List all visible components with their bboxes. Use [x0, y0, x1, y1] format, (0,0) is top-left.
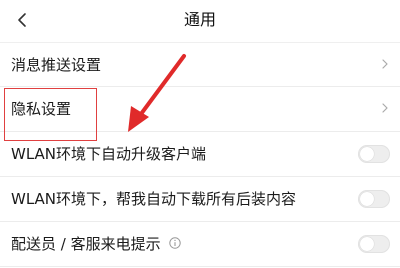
settings-row-privacy[interactable]: 隐私设置: [0, 87, 400, 132]
settings-row-wlan-auto-upgrade: WLAN环境下自动升级客户端: [0, 132, 400, 177]
settings-row-label: WLAN环境下，帮我自动下载所有后装内容: [11, 190, 297, 208]
settings-row-label: 隐私设置: [11, 100, 72, 118]
navigation-header: 通用: [0, 0, 400, 42]
settings-row-label: 配送员 / 客服来电提示: [11, 235, 161, 253]
toggle-knob: [360, 237, 374, 251]
settings-screen: 通用 消息推送设置 隐私设置 WLAN环境下自动升级客户端 WLAN环境下，帮我…: [0, 0, 400, 268]
toggle-knob: [360, 147, 374, 161]
toggle-knob: [360, 192, 374, 206]
wlan-auto-upgrade-toggle[interactable]: [358, 145, 390, 163]
call-alert-toggle[interactable]: [358, 235, 390, 253]
page-title: 通用: [183, 10, 216, 29]
settings-row-wlan-auto-download: WLAN环境下，帮我自动下载所有后装内容: [0, 177, 400, 222]
chevron-right-icon: [382, 59, 388, 69]
chevron-right-icon: [382, 103, 388, 113]
settings-row-call-alert: 配送员 / 客服来电提示: [0, 222, 400, 267]
info-icon[interactable]: [168, 236, 181, 249]
wlan-auto-download-toggle[interactable]: [358, 190, 390, 208]
settings-row-label-wrap: 配送员 / 客服来电提示: [11, 222, 181, 266]
settings-row-label: WLAN环境下自动升级客户端: [11, 145, 207, 163]
settings-list: 消息推送设置 隐私设置 WLAN环境下自动升级客户端 WLAN环境下，帮我自动下…: [0, 42, 400, 267]
settings-row-push-notifications[interactable]: 消息推送设置: [0, 42, 400, 87]
settings-row-label: 消息推送设置: [11, 56, 102, 74]
